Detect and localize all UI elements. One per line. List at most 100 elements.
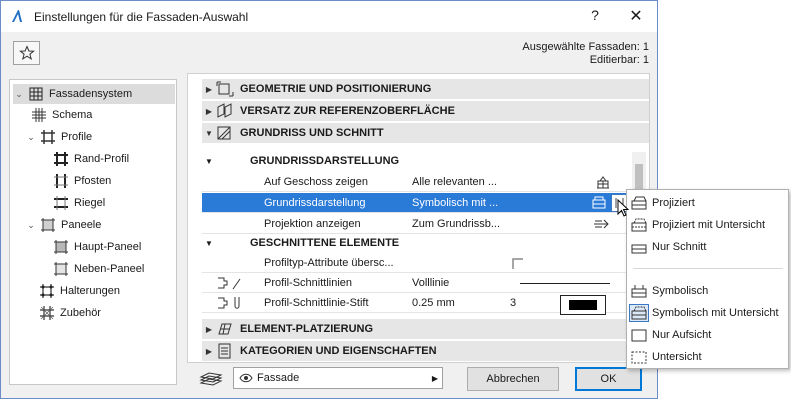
section-label: ELEMENT-PLATZIERUNG [240, 323, 374, 335]
collapsed-arrow-icon: ▶ [205, 324, 213, 334]
expanded-arrow-icon: ▼ [205, 238, 213, 248]
menu-item-symbolisch[interactable]: Symbolisch [627, 280, 788, 301]
checkbox-corner-icon[interactable] [510, 255, 526, 271]
frame-profile-icon [41, 130, 55, 144]
projected-icon [631, 196, 647, 209]
symbolic-overhead-icon [629, 303, 649, 322]
row-profiltyp-attribute[interactable]: Profiltyp-Attribute übersc... [202, 253, 632, 273]
subsection-grundrissdarstellung[interactable]: ▼ GRUNDRISSDARSTELLUNG [202, 151, 632, 171]
row-value[interactable]: Volllinie [412, 277, 449, 289]
expand-arrow-icon[interactable]: ⌄ [13, 89, 25, 100]
overhead-view-icon [631, 351, 647, 363]
pen-number[interactable]: 3 [510, 297, 516, 309]
menu-item-nur-schnitt[interactable]: Nur Schnitt [627, 236, 788, 257]
section-geometrie[interactable]: ▶ GEOMETRIE UND POSITIONIERUNG [202, 79, 649, 99]
subsection-geschnittene-elemente[interactable]: ▼ GESCHNITTENE ELEMENTE [202, 233, 632, 253]
subsection-label: GRUNDRISSDARSTELLUNG [250, 155, 400, 167]
tree-item-label: Rand-Profil [74, 153, 130, 165]
row-profil-schnittlinien[interactable]: Profil-Schnittlinien Volllinie [202, 273, 632, 293]
row-projektion-anzeigen[interactable]: Projektion anzeigen Zum Grundrissb... [202, 214, 632, 234]
tree-item-haupt-paneel[interactable]: Haupt-Paneel [50, 237, 141, 257]
boundary-frame-icon [54, 152, 68, 166]
tree-item-rand-profil[interactable]: Rand-Profil [50, 149, 129, 169]
cut-pen-icon [218, 297, 240, 309]
top-view-only-icon [631, 329, 647, 341]
row-label: Profil-Schnittlinien [264, 277, 353, 289]
main-panel-icon [54, 240, 68, 254]
plan-display-popup: Projiziert Projiziert mit Untersicht Nur… [626, 189, 789, 369]
row-label: Profil-Schnittlinie-Stift [264, 297, 369, 309]
menu-item-label: Projiziert [652, 196, 695, 209]
pen-preview[interactable] [560, 295, 606, 315]
help-button[interactable]: ? [585, 7, 605, 23]
bracket-icon [40, 284, 54, 298]
grid-scheme-icon [32, 108, 46, 122]
tree-item-label: Paneele [61, 219, 102, 231]
row-value[interactable]: 0.25 mm [412, 297, 455, 309]
placement-icon [218, 323, 232, 335]
tree-item-label: Schema [52, 109, 93, 121]
tree-item-pfosten[interactable]: Pfosten [50, 171, 111, 191]
menu-item-label: Projiziert mit Untersicht [652, 218, 766, 231]
section-kategorien[interactable]: ▶ KATEGORIEN UND EIGENSCHAFTEN [202, 341, 649, 361]
tree-item-zubehoer[interactable]: Zubehör [36, 303, 101, 323]
transom-icon [54, 196, 68, 210]
section-label: KATEGORIEN UND EIGENSCHAFTEN [240, 345, 437, 357]
tree-item-profile[interactable]: ⌄ Profile [25, 127, 92, 147]
menu-item-nur-aufsicht[interactable]: Nur Aufsicht [627, 324, 788, 345]
secondary-panel-icon [54, 262, 68, 276]
section-grundriss[interactable]: ▼ GRUNDRISS UND SCHNITT [202, 123, 649, 143]
expand-arrow-icon[interactable]: ⌄ [25, 132, 37, 143]
accessory-icon [40, 306, 54, 320]
expand-arrow-icon[interactable]: ⌄ [25, 220, 37, 231]
menu-item-symbolisch-mit-untersicht[interactable]: Symbolisch mit Untersicht [627, 302, 788, 323]
favorites-button[interactable] [13, 41, 40, 65]
row-value[interactable]: Symbolisch mit ... [412, 197, 498, 209]
chevron-right-icon: ▶ [431, 373, 438, 383]
tree-item-label: Pfosten [74, 175, 112, 187]
row-label: Auf Geschoss zeigen [264, 176, 368, 188]
collapsed-arrow-icon: ▶ [205, 106, 213, 116]
tree-item-label: Riegel [74, 197, 106, 209]
solid-line-preview [520, 283, 610, 284]
menu-item-label: Untersicht [652, 350, 702, 363]
expanded-arrow-icon: ▼ [205, 128, 213, 138]
menu-item-projiziert[interactable]: Projiziert [627, 192, 788, 213]
tree-item-label: Haupt-Paneel [74, 241, 142, 253]
tree-item-neben-paneel[interactable]: Neben-Paneel [50, 259, 144, 279]
tree-item-schema[interactable]: Schema [28, 105, 92, 125]
tree-item-halterungen[interactable]: Halterungen [36, 281, 120, 301]
cut-line-icon [218, 277, 241, 290]
section-element-platzierung[interactable]: ▶ ELEMENT-PLATZIERUNG [202, 319, 649, 339]
section-versatz[interactable]: ▶ VERSATZ ZUR REFERENZOBERFLÄCHE [202, 101, 649, 121]
tree-item-riegel[interactable]: Riegel [50, 193, 105, 213]
floor-plan-icon [217, 126, 231, 140]
close-button[interactable]: ✕ [626, 6, 646, 26]
row-value[interactable]: Alle relevanten ... [412, 176, 497, 188]
settings-dialog: Einstellungen für die Fassaden-Auswahl ?… [0, 0, 658, 399]
star-icon [18, 45, 35, 61]
section-label: GEOMETRIE UND POSITIONIERUNG [240, 83, 432, 95]
row-label: Grundrissdarstellung [264, 197, 366, 209]
tree-item-paneele[interactable]: ⌄ Paneele [25, 215, 101, 235]
tree-item-fassadensystem[interactable]: ⌄ Fassadensystem [13, 84, 175, 104]
subsection-label: GESCHNITTENE ELEMENTE [250, 237, 400, 249]
story-icon [597, 176, 609, 189]
cancel-button[interactable]: Abbrechen [467, 367, 559, 391]
settings-tree: ⌄ Fassadensystem Schema ⌄ Profile Rand-P… [9, 79, 177, 385]
menu-item-untersicht[interactable]: Untersicht [627, 346, 788, 367]
mullion-icon [54, 174, 68, 188]
view-selector[interactable]: Fassade ▶ [233, 367, 443, 389]
menu-item-label: Symbolisch mit Untersicht [652, 306, 779, 319]
row-auf-geschoss-zeigen[interactable]: Auf Geschoss zeigen Alle relevanten ... [202, 172, 632, 192]
projection-icon [594, 219, 609, 229]
collapsed-arrow-icon: ▶ [205, 346, 213, 356]
row-grundrissdarstellung[interactable]: Grundrissdarstellung Symbolisch mit ... [202, 193, 632, 213]
tree-item-label: Fassadensystem [49, 88, 133, 100]
row-value[interactable]: Zum Grundrissb... [412, 218, 500, 230]
row-profil-schnittlinie-stift[interactable]: Profil-Schnittlinie-Stift 0.25 mm 3 [202, 293, 632, 315]
menu-item-projiziert-mit-untersicht[interactable]: Projiziert mit Untersicht [627, 214, 788, 235]
collapsed-arrow-icon: ▶ [205, 84, 213, 94]
ok-button[interactable]: OK [575, 367, 642, 391]
menu-item-label: Nur Aufsicht [652, 328, 712, 341]
